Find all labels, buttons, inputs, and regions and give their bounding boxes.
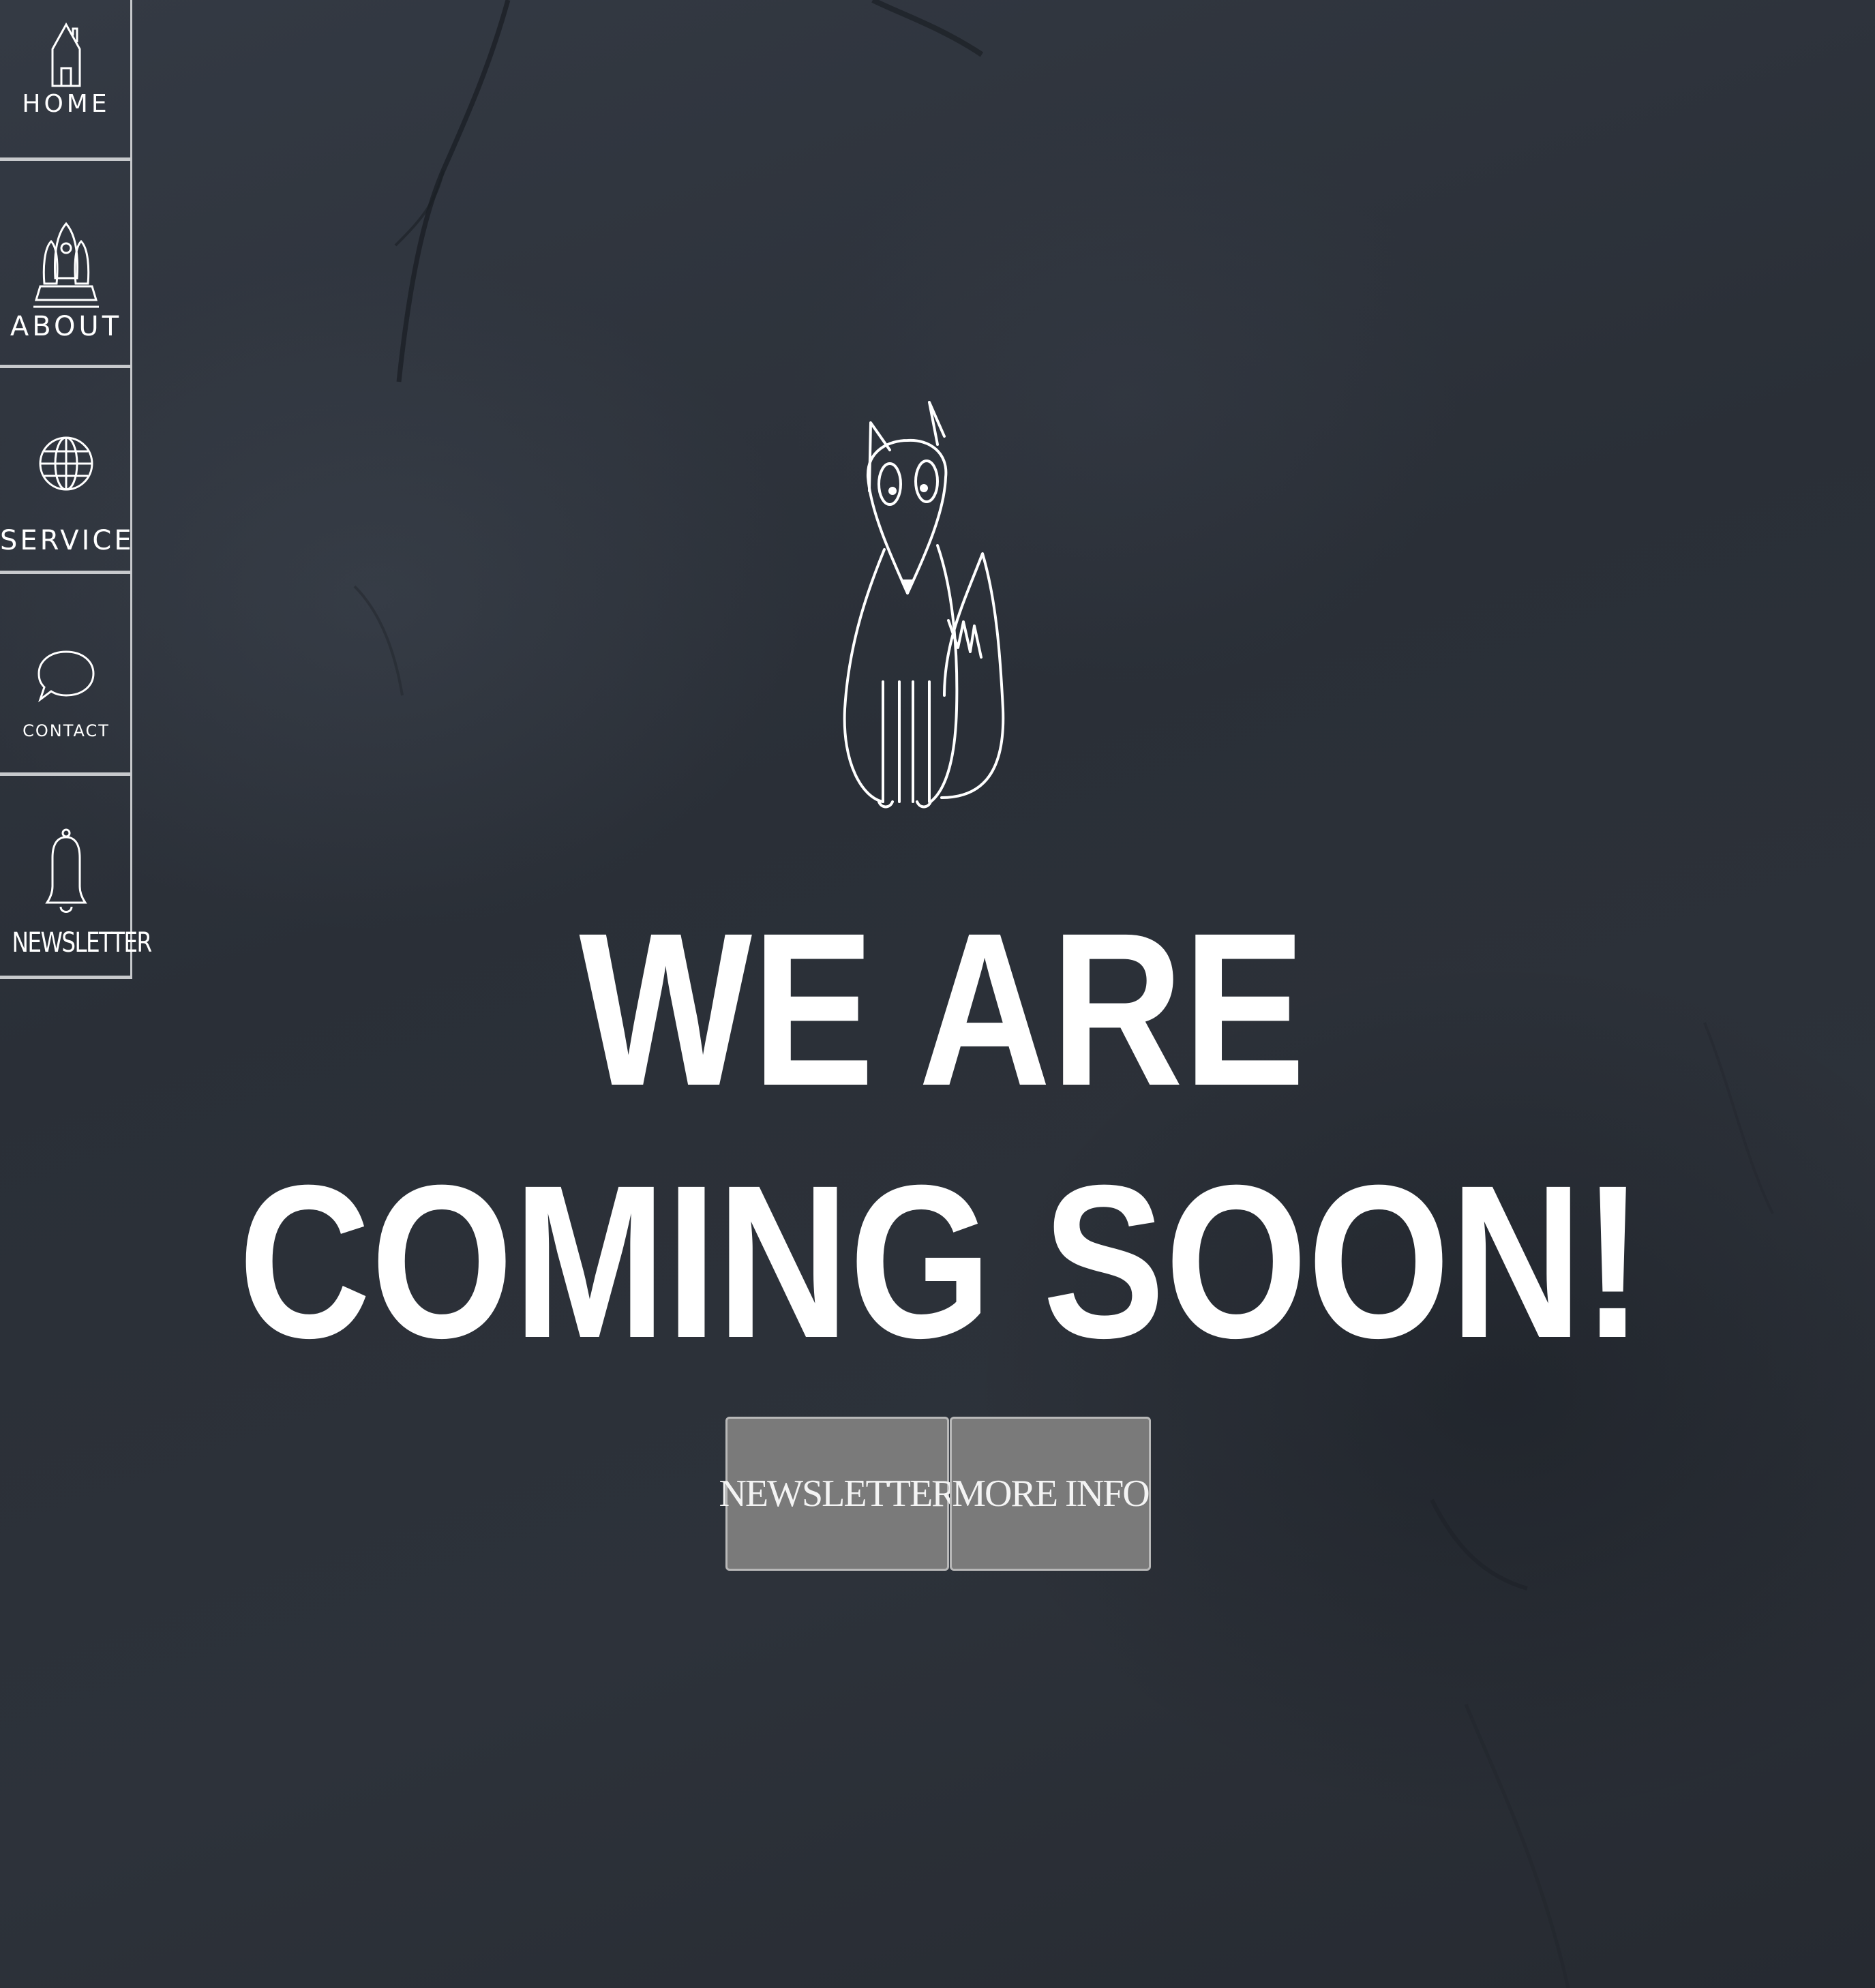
- nav-item-about[interactable]: ABOUT: [0, 161, 132, 368]
- nav-label-about: ABOUT: [10, 311, 123, 342]
- nav-label-contact: CONTACT: [22, 721, 110, 740]
- globe-icon: [0, 408, 132, 519]
- rocket-icon: [0, 221, 132, 312]
- fox-icon: [843, 401, 1005, 809]
- speech-bubble-icon: [0, 648, 132, 702]
- bell-icon: [0, 828, 132, 922]
- nav-label-newsletter: NEWSLETTER: [12, 927, 152, 959]
- nav-item-service[interactable]: SERVICE: [0, 368, 132, 574]
- nav-item-home[interactable]: HOME: [0, 0, 132, 161]
- house-icon: [0, 19, 132, 87]
- newsletter-button[interactable]: NEWSLETTER: [719, 1417, 957, 1571]
- headline-line-1: WE ARE: [579, 887, 1306, 1131]
- more-info-button[interactable]: MORE INFO: [950, 1417, 1151, 1571]
- nav-item-contact[interactable]: CONTACT: [0, 574, 132, 776]
- nav-label-service: SERVICE: [0, 525, 134, 556]
- headline-line-2: COMING SOON!: [238, 1139, 1644, 1383]
- nav-item-newsletter[interactable]: NEWSLETTER: [0, 776, 152, 979]
- nav-label-home: HOME: [22, 90, 110, 118]
